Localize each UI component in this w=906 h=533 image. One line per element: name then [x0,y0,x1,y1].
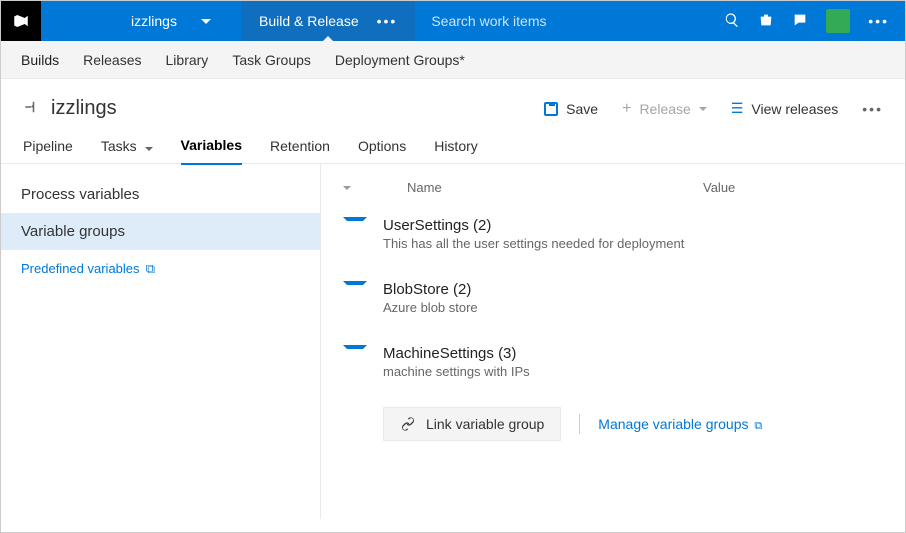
hub-tab-releases[interactable]: Releases [83,52,141,68]
main-content: Process variables Variable groups Predef… [1,164,905,519]
col-value[interactable]: Value [703,180,735,195]
group-name: MachineSettings (3) [383,345,530,362]
search-placeholder: Search work items [431,13,546,29]
link-variable-group-button[interactable]: Link variable group [383,407,561,441]
release-toolbar: izzlings Save + Release ☰ View releases … [1,79,905,120]
nav-predefined-variables[interactable]: Predefined variables ⧉ [1,250,320,287]
hub-tab-builds[interactable]: Builds [21,52,59,68]
tab-history[interactable]: History [434,138,478,164]
expand-icon[interactable] [343,217,367,223]
project-name: izzlings [131,13,177,29]
chevron-down-icon [145,147,153,151]
external-link-icon: ⧉ [754,420,762,432]
hub-build-release[interactable]: Build & Release ••• [241,1,415,41]
nav-process-variables[interactable]: Process variables [1,176,320,213]
expand-icon[interactable] [343,281,367,287]
tab-pipeline[interactable]: Pipeline [23,138,73,164]
save-button[interactable]: Save [544,101,598,117]
group-description: Azure blob store [383,300,478,315]
save-icon [544,102,558,116]
user-avatar[interactable] [826,9,850,33]
release-button[interactable]: + Release [622,101,707,117]
column-headers: Name Value [343,176,883,207]
external-link-icon: ⧉ [146,261,155,276]
variable-group-row[interactable]: MachineSettings (3) machine settings with… [343,335,883,399]
pivot-tabs: Pipeline Tasks Variables Retention Optio… [1,120,905,164]
sort-icon[interactable] [343,186,351,190]
search-box[interactable]: Search work items [415,1,708,41]
variable-group-row[interactable]: UserSettings (2) This has all the user se… [343,207,883,271]
chevron-down-icon [201,19,211,24]
group-description: This has all the user settings needed fo… [383,236,684,251]
hub-tab-library[interactable]: Library [166,52,209,68]
release-definition-title: izzlings [51,97,117,120]
expand-icon[interactable] [343,345,367,351]
shop-icon[interactable] [758,12,774,31]
hub-label: Build & Release [259,13,359,29]
tab-options[interactable]: Options [358,138,406,164]
manage-variable-groups-link[interactable]: Manage variable groups ⧉ [598,416,762,433]
release-definition-icon [23,98,41,119]
list-icon: ☰ [731,100,744,117]
variable-groups-pane: Name Value UserSettings (2) This has all … [321,164,905,519]
tab-retention[interactable]: Retention [270,138,330,164]
search-icon[interactable] [724,12,740,31]
feedback-icon[interactable] [792,12,808,31]
group-description: machine settings with IPs [383,364,530,379]
more-icon[interactable]: ••• [868,13,889,29]
ellipsis-icon[interactable]: ••• [377,13,398,29]
variable-group-row[interactable]: BlobStore (2) Azure blob store [343,271,883,335]
divider [579,414,580,434]
nav-variable-groups[interactable]: Variable groups [1,213,320,250]
hub-tab-taskgroups[interactable]: Task Groups [232,52,311,68]
tab-variables[interactable]: Variables [181,137,243,165]
tab-tasks[interactable]: Tasks [101,138,153,164]
global-topbar: izzlings Build & Release ••• Search work… [1,1,905,41]
col-name[interactable]: Name [407,180,687,195]
hub-tab-deploymentgroups[interactable]: Deployment Groups* [335,52,465,68]
toolbar-more-icon[interactable]: ••• [862,101,883,117]
link-icon [400,416,416,432]
view-releases-button[interactable]: ☰ View releases [731,100,838,117]
plus-icon: + [622,101,631,117]
project-selector[interactable]: izzlings [101,1,241,41]
variable-scope-nav: Process variables Variable groups Predef… [1,164,321,519]
chevron-down-icon [699,107,707,111]
group-name: BlobStore (2) [383,281,478,298]
hub-tabs: Builds Releases Library Task Groups Depl… [1,41,905,79]
group-name: UserSettings (2) [383,217,684,234]
vsts-logo[interactable] [1,1,41,41]
